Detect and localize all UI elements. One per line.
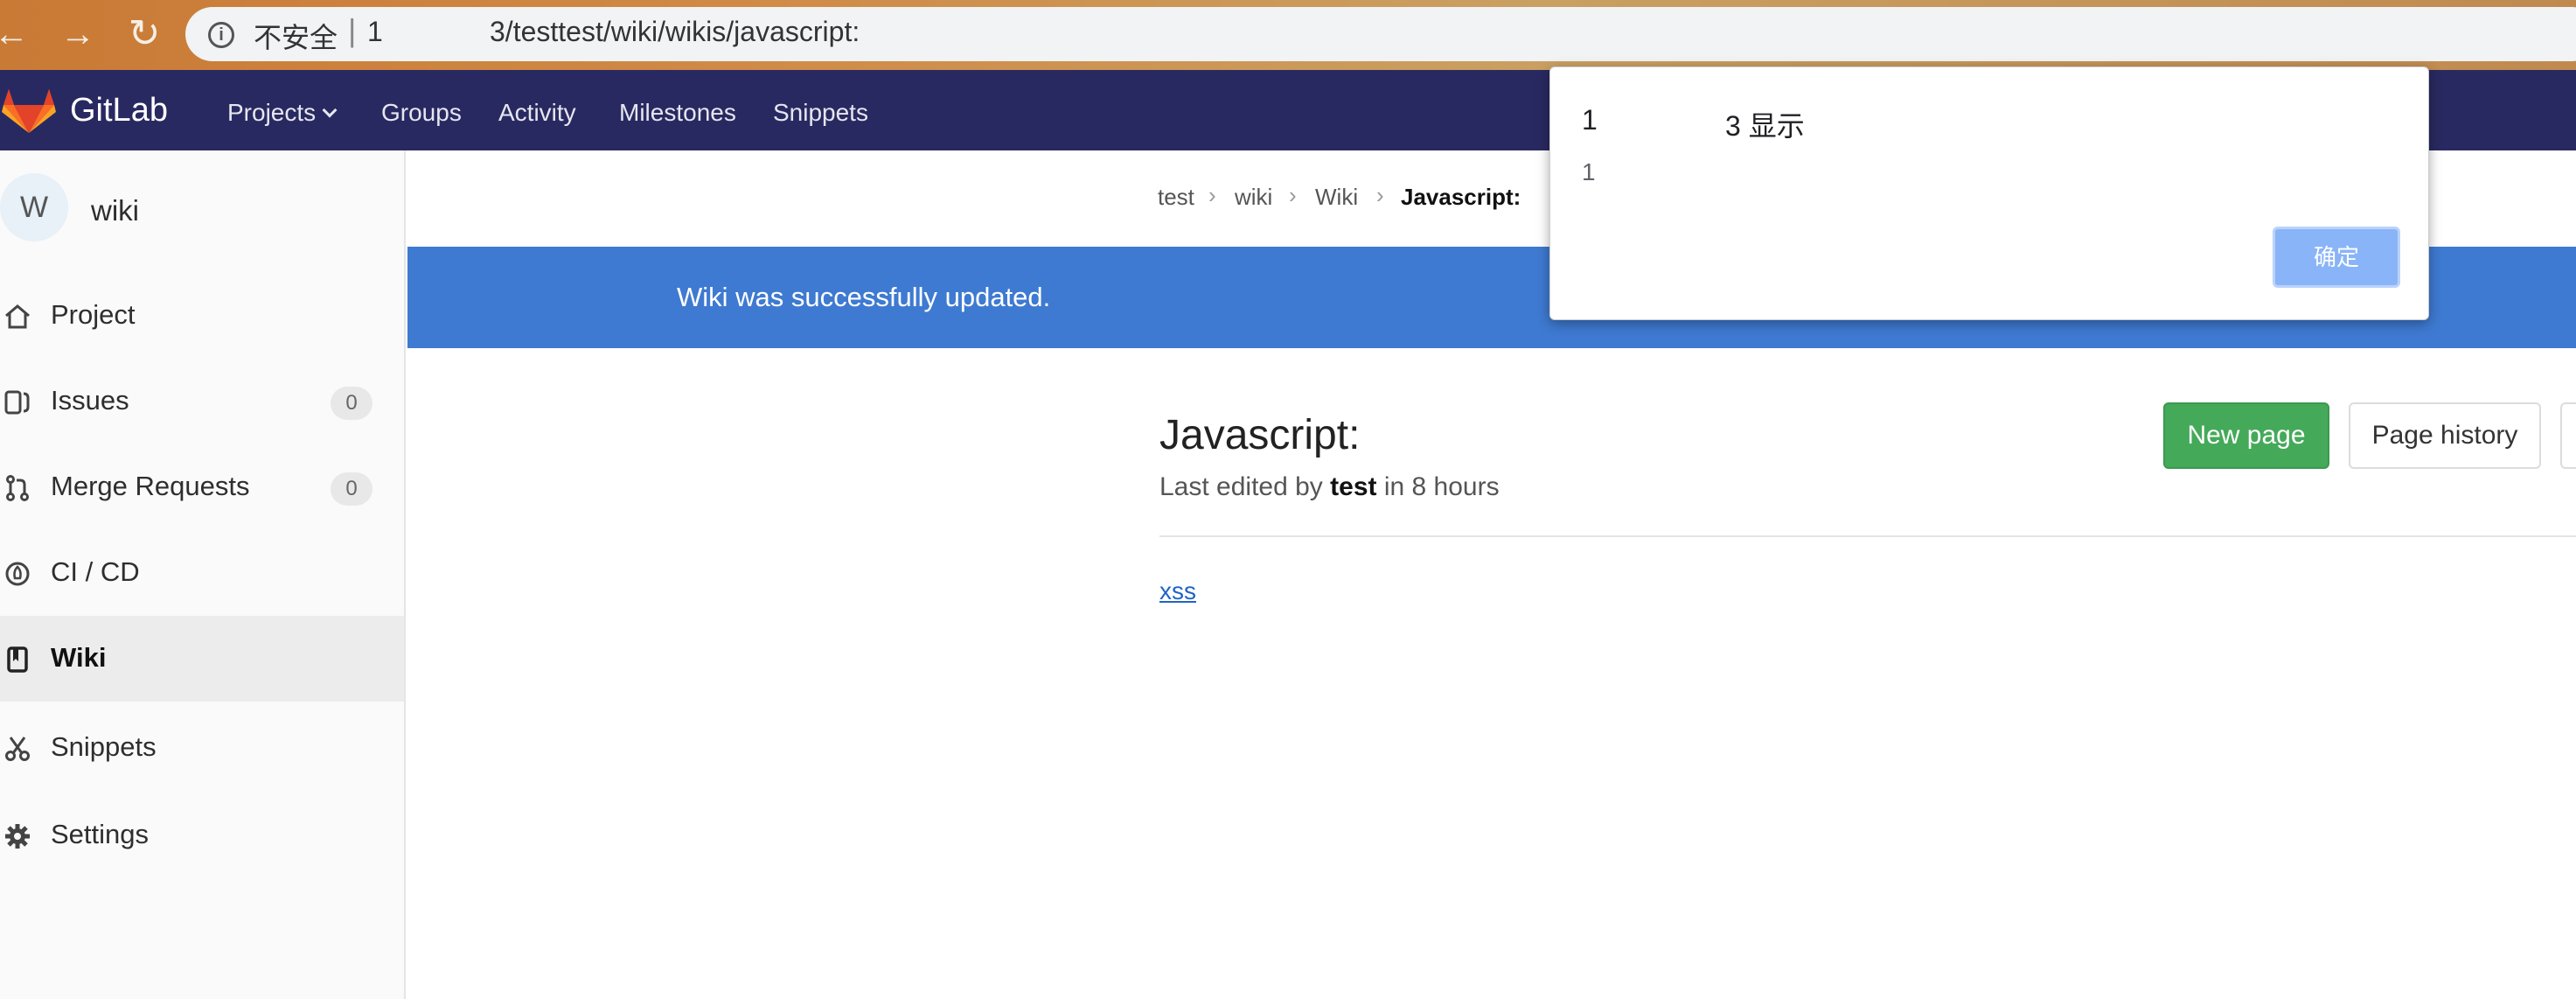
sidebar-item-settings[interactable]: Settings: [0, 793, 404, 878]
sidebar-item-label: Wiki: [51, 642, 107, 673]
chevron-down-icon: [322, 102, 338, 118]
breadcrumb-separator: ›: [1376, 182, 1384, 208]
reload-button[interactable]: ↻: [122, 12, 166, 56]
rocket-icon: [5, 562, 30, 586]
sidebar-item-label: Project: [51, 299, 136, 330]
back-button[interactable]: ←: [0, 12, 33, 56]
breadcrumb-separator: ›: [1208, 182, 1216, 208]
merge-request-icon: [6, 475, 29, 501]
edit-button[interactable]: [2560, 402, 2576, 469]
url-separator: |: [348, 12, 357, 48]
page-history-button[interactable]: Page history: [2349, 402, 2541, 469]
sidebar-item-label: CI / CD: [51, 556, 140, 587]
sidebar-item-snippets[interactable]: Snippets: [0, 705, 404, 791]
breadcrumb-test[interactable]: test: [1158, 184, 1194, 211]
merge-requests-count-badge: 0: [331, 472, 372, 506]
sidebar-item-issues[interactable]: Issues 0: [0, 359, 404, 444]
new-page-button[interactable]: New page: [2163, 402, 2329, 469]
issues-count-badge: 0: [331, 387, 372, 420]
sidebar-item-label: Issues: [51, 385, 129, 416]
breadcrumb-wiki-project[interactable]: wiki: [1235, 184, 1272, 211]
nav-projects-label: Projects: [227, 99, 317, 126]
forward-button[interactable]: →: [56, 12, 100, 56]
project-name[interactable]: wiki: [91, 194, 139, 227]
sidebar-item-ci-cd[interactable]: CI / CD: [0, 530, 404, 616]
page-title: Javascript:: [1159, 412, 1361, 458]
avatar[interactable]: W: [0, 173, 68, 241]
sidebar-item-wiki[interactable]: Wiki: [0, 616, 404, 702]
alert-dialog: 1 3 显示 1 确定: [1549, 66, 2429, 320]
gitlab-brand[interactable]: GitLab: [70, 92, 168, 129]
divider: [1159, 535, 2576, 537]
gitlab-logo-icon[interactable]: [2, 86, 56, 135]
security-label[interactable]: 不安全: [254, 16, 338, 56]
last-edited-prefix: Last edited by: [1159, 472, 1323, 501]
breadcrumb-current[interactable]: Javascript:: [1401, 184, 1521, 211]
dialog-title: 3 显示: [1725, 110, 1805, 142]
book-icon: [7, 646, 28, 673]
wiki-content-link[interactable]: xss: [1159, 577, 1196, 605]
nav-milestones[interactable]: Milestones: [619, 99, 736, 127]
sidebar-item-project[interactable]: Project: [0, 273, 404, 359]
nav-activity[interactable]: Activity: [498, 99, 576, 127]
breadcrumb-wiki[interactable]: Wiki: [1315, 184, 1358, 211]
nav-groups[interactable]: Groups: [381, 99, 462, 127]
sidebar-item-label: Merge Requests: [51, 471, 250, 501]
sidebar-item-merge-requests[interactable]: Merge Requests 0: [0, 444, 404, 530]
dialog-ok-button[interactable]: 确定: [2273, 227, 2400, 288]
home-icon: [5, 304, 30, 329]
url-start[interactable]: 1: [367, 16, 383, 48]
dialog-title-start: 1: [1582, 104, 1598, 136]
url-text[interactable]: 3/testtest/wiki/wikis/javascript:: [490, 16, 860, 48]
nav-projects[interactable]: Projects: [227, 99, 338, 127]
last-edited-info: Last edited by test in 8 hours: [1159, 472, 1500, 502]
scissors-icon: [5, 737, 30, 761]
nav-snippets[interactable]: Snippets: [773, 99, 868, 127]
dialog-message: 1: [1582, 158, 1596, 185]
info-icon[interactable]: i: [208, 22, 234, 48]
sidebar-item-label: Snippets: [51, 731, 157, 762]
last-edited-time: in 8 hours: [1383, 472, 1500, 501]
issues-icon: [4, 390, 30, 415]
breadcrumb-separator: ›: [1289, 182, 1297, 208]
flash-message: Wiki was successfully updated.: [677, 282, 1051, 312]
sidebar-item-label: Settings: [51, 819, 150, 849]
gear-icon: [5, 824, 30, 849]
last-edited-author: test: [1330, 472, 1377, 501]
